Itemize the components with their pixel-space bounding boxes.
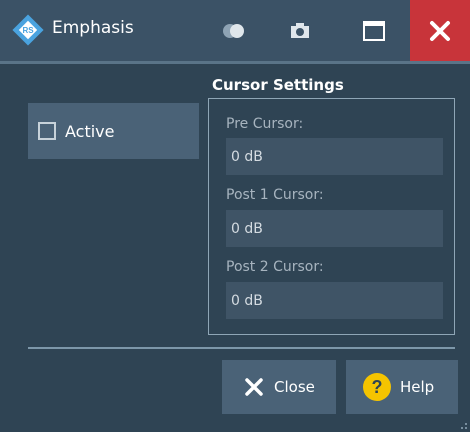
help-button[interactable]: ? Help bbox=[346, 360, 458, 414]
cursor-settings-title: Cursor Settings bbox=[212, 76, 344, 94]
close-x-icon bbox=[245, 378, 263, 396]
active-toggle-button[interactable]: Active bbox=[28, 103, 199, 159]
footer-separator bbox=[28, 347, 455, 349]
post1-cursor-field[interactable]: 0 dB bbox=[226, 210, 443, 247]
help-button-label: Help bbox=[400, 378, 435, 396]
svg-text:?: ? bbox=[372, 377, 383, 397]
close-button-label: Close bbox=[274, 378, 315, 396]
post1-cursor-label: Post 1 Cursor: bbox=[226, 187, 324, 203]
maximize-icon bbox=[363, 20, 385, 41]
title-divider bbox=[0, 61, 470, 64]
pre-cursor-label: Pre Cursor: bbox=[226, 116, 304, 132]
screenshot-button[interactable] bbox=[270, 0, 330, 61]
pre-cursor-field[interactable]: 0 dB bbox=[226, 138, 443, 175]
help-icon: ? bbox=[363, 373, 391, 401]
toggle-icon bbox=[223, 23, 244, 38]
close-icon bbox=[430, 20, 450, 41]
active-checkbox[interactable] bbox=[38, 122, 56, 140]
post2-cursor-field[interactable]: 0 dB bbox=[226, 282, 443, 319]
post2-cursor-label: Post 2 Cursor: bbox=[226, 259, 324, 275]
window-title: Emphasis bbox=[52, 18, 134, 38]
toggle-view-button[interactable] bbox=[204, 0, 264, 61]
maximize-button[interactable] bbox=[344, 0, 404, 61]
svg-text:RS: RS bbox=[22, 26, 34, 35]
rs-logo-icon: RS bbox=[12, 14, 44, 46]
window-close-button[interactable] bbox=[410, 0, 470, 61]
title-bar: RS Emphasis bbox=[0, 0, 470, 61]
camera-icon bbox=[291, 22, 309, 38]
active-label: Active bbox=[65, 121, 115, 141]
close-button[interactable]: Close bbox=[222, 360, 336, 414]
resize-grip-icon[interactable] bbox=[458, 420, 468, 430]
